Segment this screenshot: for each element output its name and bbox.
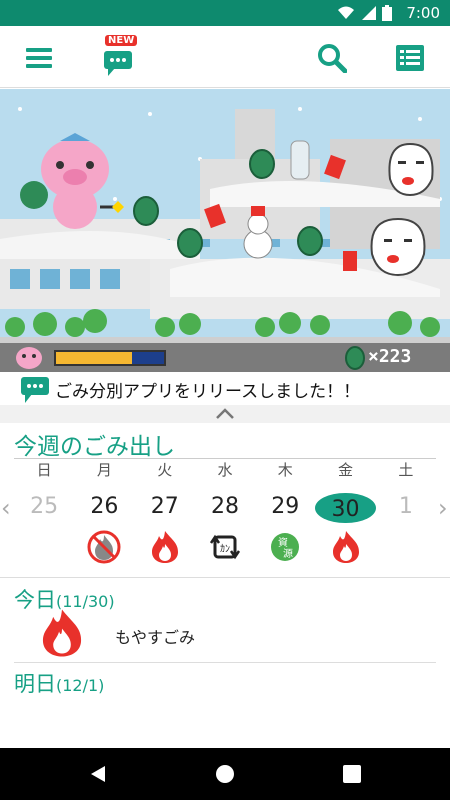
garbage-slot[interactable]: ｶﾝ [195, 528, 255, 566]
gauge-bar: ×223 [0, 343, 450, 372]
list-button[interactable] [388, 36, 432, 80]
garbage-slot-empty [376, 528, 436, 566]
weekday-label: 土 [398, 461, 414, 479]
no-burnable-icon [87, 530, 121, 564]
tomorrow-label: 明日 [14, 672, 56, 696]
status-bar: 7:00 [0, 0, 450, 26]
energy-gauge [54, 350, 166, 366]
svg-text:ｶﾝ: ｶﾝ [220, 543, 230, 555]
system-nav-bar [0, 748, 450, 800]
garbage-slot[interactable]: 資 源 [255, 528, 315, 566]
game-scene [0, 107, 450, 343]
resource-icon: 資 源 [271, 533, 300, 561]
news-item[interactable]: ごみ分別アプリをリリースしました！！ [0, 372, 450, 406]
pig-character [20, 133, 124, 229]
tomorrow-title: 明日(12/1) [14, 668, 104, 698]
divider [0, 577, 450, 578]
today-garbage-label: もやすごみ [115, 628, 196, 647]
collapse-handle[interactable] [0, 405, 450, 423]
status-time: 7:00 [406, 4, 440, 22]
chat-bubble-icon [21, 377, 49, 403]
search-button[interactable] [310, 36, 354, 80]
burnable-fire-icon [42, 609, 82, 657]
wifi-icon [338, 6, 354, 19]
prev-week-arrow[interactable]: ‹ [1, 494, 11, 522]
garbage-slot[interactable] [315, 528, 375, 566]
date-cell[interactable]: 28 [195, 490, 255, 526]
weekday-label: 水 [217, 461, 233, 479]
svg-text:資: 資 [278, 537, 288, 549]
burnable-fire-icon [151, 531, 178, 563]
status-icons [338, 5, 392, 21]
date-cell[interactable]: 1 [376, 490, 436, 526]
search-icon [318, 44, 347, 73]
tomorrow-date-label: (12/1) [56, 676, 105, 695]
chevron-up-icon [216, 408, 234, 419]
date-cell[interactable]: 25 [14, 490, 74, 526]
news-button[interactable]: NEW [96, 35, 140, 80]
leaf-count: ×223 [368, 346, 412, 367]
garbage-slot[interactable] [135, 528, 195, 566]
today-garbage-item[interactable]: もやすごみ [40, 606, 440, 664]
weekday-label: 木 [277, 461, 293, 479]
chat-bubble-icon [104, 51, 132, 76]
energy-gauge-fill [56, 352, 132, 364]
garbage-icons-row: ｶﾝ 資 源 [14, 528, 436, 566]
burnable-fire-icon [332, 531, 359, 563]
date-cell-today[interactable]: 30 [315, 490, 376, 526]
weekday-header: 日 月 火 水 木 金 土 [14, 458, 436, 482]
recents-icon[interactable] [343, 765, 361, 783]
weekday-label: 日 [36, 461, 52, 479]
today-date: 30 [315, 493, 376, 523]
leaf-icon [345, 346, 365, 370]
home-icon[interactable] [215, 764, 235, 784]
week-dates: 25 26 27 28 29 30 1 [14, 490, 436, 526]
date-cell[interactable]: 29 [255, 490, 315, 526]
back-icon[interactable] [88, 764, 108, 784]
weekday-label: 火 [157, 461, 173, 479]
game-banner[interactable] [0, 89, 450, 343]
list-icon [396, 45, 424, 71]
menu-button[interactable] [17, 36, 61, 80]
signal-icon [362, 6, 376, 20]
garbage-slot[interactable] [74, 528, 134, 566]
weekday-label: 金 [338, 461, 354, 479]
pig-avatar-icon [16, 347, 42, 369]
weekday-label: 月 [96, 461, 112, 479]
week-title: 今週のごみ出し [14, 434, 175, 460]
hamburger-icon [26, 48, 52, 68]
recyclable-icon: ｶﾝ [209, 534, 241, 560]
new-badge: NEW [105, 35, 138, 46]
garbage-slot-empty [14, 528, 74, 566]
date-cell[interactable]: 27 [135, 490, 195, 526]
svg-text:源: 源 [283, 547, 293, 560]
divider [14, 662, 436, 663]
next-week-arrow[interactable]: › [438, 494, 448, 522]
date-cell[interactable]: 26 [74, 490, 134, 526]
battery-icon [382, 5, 392, 21]
app-bar: NEW [0, 26, 450, 88]
news-text: ごみ分別アプリをリリースしました！！ [55, 382, 361, 402]
